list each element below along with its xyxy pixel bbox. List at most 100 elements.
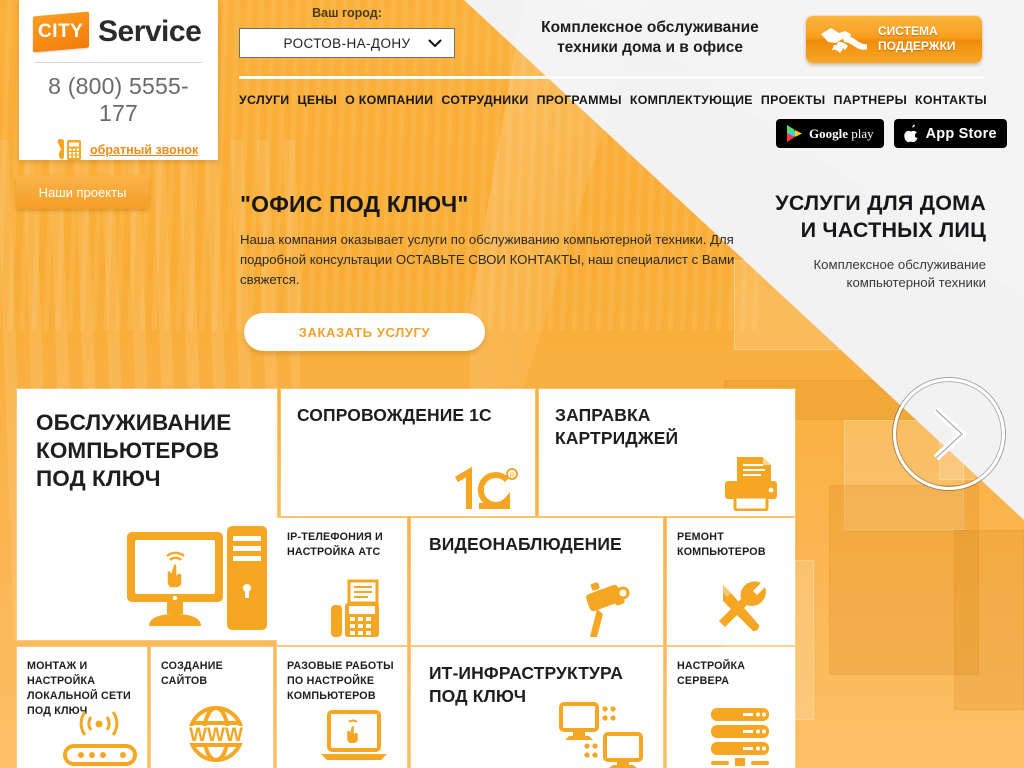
nav-item-projects[interactable]: ПРОЕКТЫ: [761, 93, 826, 107]
support-label-line-2: ПОДДЕРЖКИ: [878, 39, 956, 53]
tile-title-line-1: НАСТРОЙКА: [677, 660, 746, 672]
callback-link[interactable]: обратный звонок: [90, 143, 198, 157]
promo-subtitle: Комплексное обслуживание компьютерной те…: [646, 256, 986, 292]
tile-title-line-2: КОМПЬЮТЕРОВ: [677, 546, 766, 558]
support-system-button[interactable]: СИСТЕМА ПОДДЕРЖКИ: [806, 15, 982, 63]
tile-pc-repair[interactable]: РЕМОНТ КОМПЬЮТЕРОВ: [667, 518, 795, 645]
promo-sub-line-1: Комплексное обслуживание: [813, 257, 986, 272]
tile-support-1c[interactable]: СОПРОВОЖДЕНИЕ 1С R: [281, 389, 535, 516]
tile-title-line-1: РАЗОВЫЕ РАБОТЫ: [287, 660, 394, 672]
callback-row[interactable]: обратный звонок: [33, 137, 204, 163]
handshake-icon: [818, 22, 870, 56]
tile-title-line-2: КОМПЬЮТЕРОВ: [36, 438, 220, 463]
google-play-suffix: play: [851, 125, 874, 141]
printer-icon: [719, 455, 781, 511]
order-service-button[interactable]: ЗАКАЗАТЬ УСЛУГУ: [244, 313, 485, 351]
city-select[interactable]: РОСТОВ-НА-ДОНУ: [239, 28, 455, 58]
city-label: Ваш город:: [312, 6, 382, 20]
logo-wordmark: Service: [98, 15, 202, 48]
www-globe-icon: WWW: [183, 704, 249, 766]
network-monitors-icon: [559, 700, 645, 768]
tile-cctv[interactable]: ВИДЕОНАБЛЮДЕНИЕ: [411, 518, 663, 645]
svg-text:R: R: [509, 473, 514, 480]
main-navigation: УСЛУГИ ЦЕНЫ О КОМПАНИИ СОТРУДНИКИ ПРОГРА…: [239, 93, 987, 107]
logo-row: CITY Service: [33, 11, 204, 53]
cctv-camera-icon: [577, 581, 635, 639]
tile-title-line-1: ВИДЕОНАБЛЮДЕНИЕ: [429, 534, 622, 554]
tile-title-line-1: IP-ТЕЛЕФОНИЯ И: [287, 531, 383, 543]
chevron-right-icon: [926, 405, 972, 463]
tile-title-line-2: ПО НАСТРОЙКЕ: [287, 675, 375, 687]
our-projects-tab[interactable]: Наши проекты: [16, 175, 149, 209]
tile-one-time-title: РАЗОВЫЕ РАБОТЫ ПО НАСТРОЙКЕ КОМПЬЮТЕРОВ: [287, 659, 394, 704]
app-store-badge[interactable]: App Store: [893, 119, 1007, 148]
page-root: CITY Service 8 (800) 5555-177 обратный з…: [0, 0, 1024, 768]
tile-website-creation[interactable]: СОЗДАНИЕ САЙТОВ WWW: [151, 647, 273, 768]
nav-item-services[interactable]: УСЛУГИ: [239, 93, 289, 107]
tile-title-line-1: ИТ-ИНФРАСТРУКТУРА: [429, 663, 623, 683]
laptop-icon: [317, 710, 391, 766]
tile-title-line-3: КОМПЬЮТЕРОВ: [287, 690, 376, 702]
tile-website-title: СОЗДАНИЕ САЙТОВ: [161, 659, 223, 689]
tile-title-line-1: ОБСЛУЖИВАНИЕ: [36, 410, 232, 435]
svg-text:WWW: WWW: [189, 725, 243, 746]
tile-server-setup[interactable]: НАСТРОЙКА СЕРВЕРА: [667, 647, 795, 768]
wrench-screwdriver-icon: [715, 579, 773, 637]
tile-title-line-1: СОЗДАНИЕ: [161, 660, 223, 672]
apple-icon: [903, 124, 920, 143]
nav-item-programs[interactable]: ПРОГРАММЫ: [537, 93, 622, 107]
tile-one-time-works[interactable]: РАЗОВЫЕ РАБОТЫ ПО НАСТРОЙКЕ КОМПЬЮТЕРОВ: [277, 647, 407, 768]
promo-title-line-1: УСЛУГИ ДЛЯ ДОМА: [775, 191, 986, 215]
slogan-line-1: Комплексное обслуживание: [541, 19, 759, 36]
app-store-badges: Google play App Store: [776, 119, 1007, 148]
tile-title-line-2: НАСТРОЙКА АТС: [287, 546, 381, 558]
tile-it-infrastructure[interactable]: ИТ-ИНФРАСТРУКТУРА ПОД КЛЮЧ: [411, 647, 663, 768]
tile-ip-telephony[interactable]: IP-ТЕЛЕФОНИЯ И НАСТРОЙКА АТС: [277, 518, 407, 645]
slogan-line-2: техники дома и в офисе: [557, 39, 743, 56]
tile-title-line-2: КАРТРИДЖЕЙ: [555, 428, 679, 448]
support-button-label: СИСТЕМА ПОДДЕРЖКИ: [878, 24, 956, 54]
tile-title-line-2: СЕРВЕРА: [677, 675, 730, 687]
logo-card[interactable]: CITY Service 8 (800) 5555-177 обратный з…: [19, 0, 218, 160]
nav-item-about[interactable]: О КОМПАНИИ: [345, 93, 433, 107]
telephone-icon: [55, 137, 83, 163]
nav-item-partners[interactable]: ПАРТНЕРЫ: [833, 93, 907, 107]
tile-title-line-1: МОНТАЖ И: [27, 660, 88, 672]
header-slogan: Комплексное обслуживание техники дома и …: [500, 18, 800, 58]
tile-ip-telephony-title: IP-ТЕЛЕФОНИЯ И НАСТРОЙКА АТС: [287, 530, 383, 560]
nav-item-prices[interactable]: ЦЕНЫ: [298, 93, 338, 107]
google-play-prefix: Google: [809, 125, 848, 141]
tile-lan-setup[interactable]: МОНТАЖ И НАСТРОЙКА ЛОКАЛЬНОЙ СЕТИ ПОД КЛ…: [17, 647, 147, 768]
tile-title-line-1: РЕМОНТ: [677, 531, 724, 543]
tile-cartridge-refill[interactable]: ЗАПРАВКА КАРТРИДЖЕЙ: [539, 389, 795, 516]
tile-cartridge-title: ЗАПРАВКА КАРТРИДЖЕЙ: [555, 404, 678, 450]
chevron-down-icon: [428, 38, 442, 48]
carousel-next-button[interactable]: [893, 378, 1005, 490]
desktop-pc-icon: [123, 526, 271, 636]
promo-title-line-2: И ЧАСТНЫХ ЛИЦ: [800, 218, 986, 242]
app-store-label: App Store: [925, 125, 997, 142]
fax-phone-icon: [329, 579, 383, 641]
tile-pc-service-title: ОБСЛУЖИВАНИЕ КОМПЬЮТЕРОВ ПОД КЛЮЧ: [36, 409, 231, 493]
tile-cctv-title: ВИДЕОНАБЛЮДЕНИЕ: [429, 533, 622, 556]
promo-sub-line-2: компьютерной техники: [846, 275, 986, 290]
wifi-router-icon: [61, 704, 139, 766]
tile-title-line-2: НАСТРОЙКА: [27, 675, 96, 687]
support-label-line-1: СИСТЕМА: [878, 24, 938, 38]
nav-item-components[interactable]: КОМПЛЕКТУЮЩИЕ: [630, 93, 753, 107]
tile-pc-repair-title: РЕМОНТ КОМПЬЮТЕРОВ: [677, 530, 766, 560]
tile-pc-service[interactable]: ОБСЛУЖИВАНИЕ КОМПЬЮТЕРОВ ПОД КЛЮЧ: [17, 389, 277, 640]
phone-number: 8 (800) 5555-177: [48, 73, 189, 126]
logo-divider: [35, 62, 202, 63]
tile-title-line-2: САЙТОВ: [161, 675, 208, 687]
nav-item-contacts[interactable]: КОНТАКТЫ: [915, 93, 987, 107]
logo-badge-text: CITY: [38, 21, 84, 42]
1c-logo-icon: R: [455, 464, 521, 510]
hero-title: "ОФИС ПОД КЛЮЧ": [240, 191, 469, 217]
nav-item-staff[interactable]: СОТРУДНИКИ: [441, 93, 528, 107]
promo-title: УСЛУГИ ДЛЯ ДОМА И ЧАСТНЫХ ЛИЦ: [646, 190, 986, 244]
tile-support-1c-title: СОПРОВОЖДЕНИЕ 1С: [297, 404, 492, 427]
nav-divider: [239, 76, 984, 79]
city-select-value: РОСТОВ-НА-ДОНУ: [283, 35, 411, 51]
google-play-badge[interactable]: Google play: [776, 119, 884, 148]
